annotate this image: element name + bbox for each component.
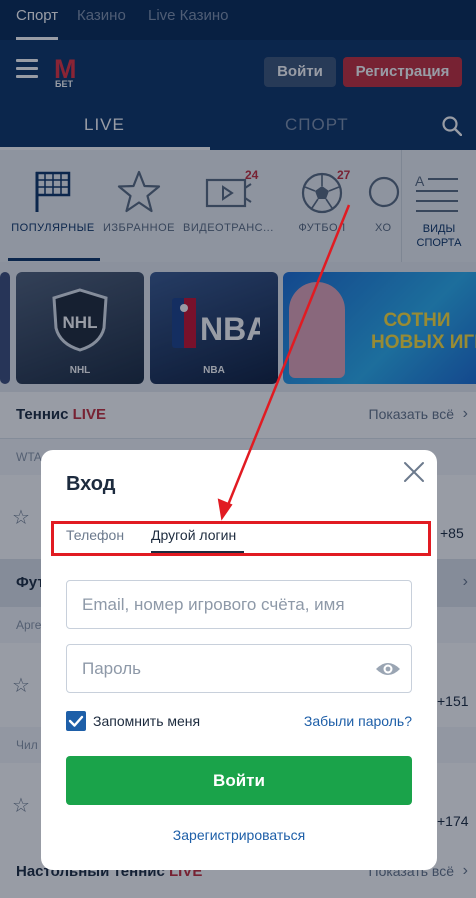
register-link[interactable]: Зарегистрироваться	[41, 827, 437, 843]
remember-checkbox[interactable]	[66, 711, 86, 731]
forgot-password-link[interactable]: Забыли пароль?	[304, 713, 412, 729]
annotation-highlight-box	[51, 521, 431, 556]
show-password-icon[interactable]	[375, 657, 401, 681]
close-icon[interactable]	[402, 460, 426, 484]
remember-label[interactable]: Запомнить меня	[93, 713, 200, 729]
login-modal: Вход Телефон Другой логин Запомнить меня…	[41, 450, 437, 870]
submit-login-button[interactable]: Войти	[66, 756, 412, 805]
login-field	[66, 580, 412, 629]
modal-title: Вход	[66, 473, 116, 495]
login-input[interactable]	[67, 581, 411, 628]
password-input[interactable]	[67, 645, 411, 692]
password-field	[66, 644, 412, 693]
checkmark-icon	[68, 715, 84, 727]
